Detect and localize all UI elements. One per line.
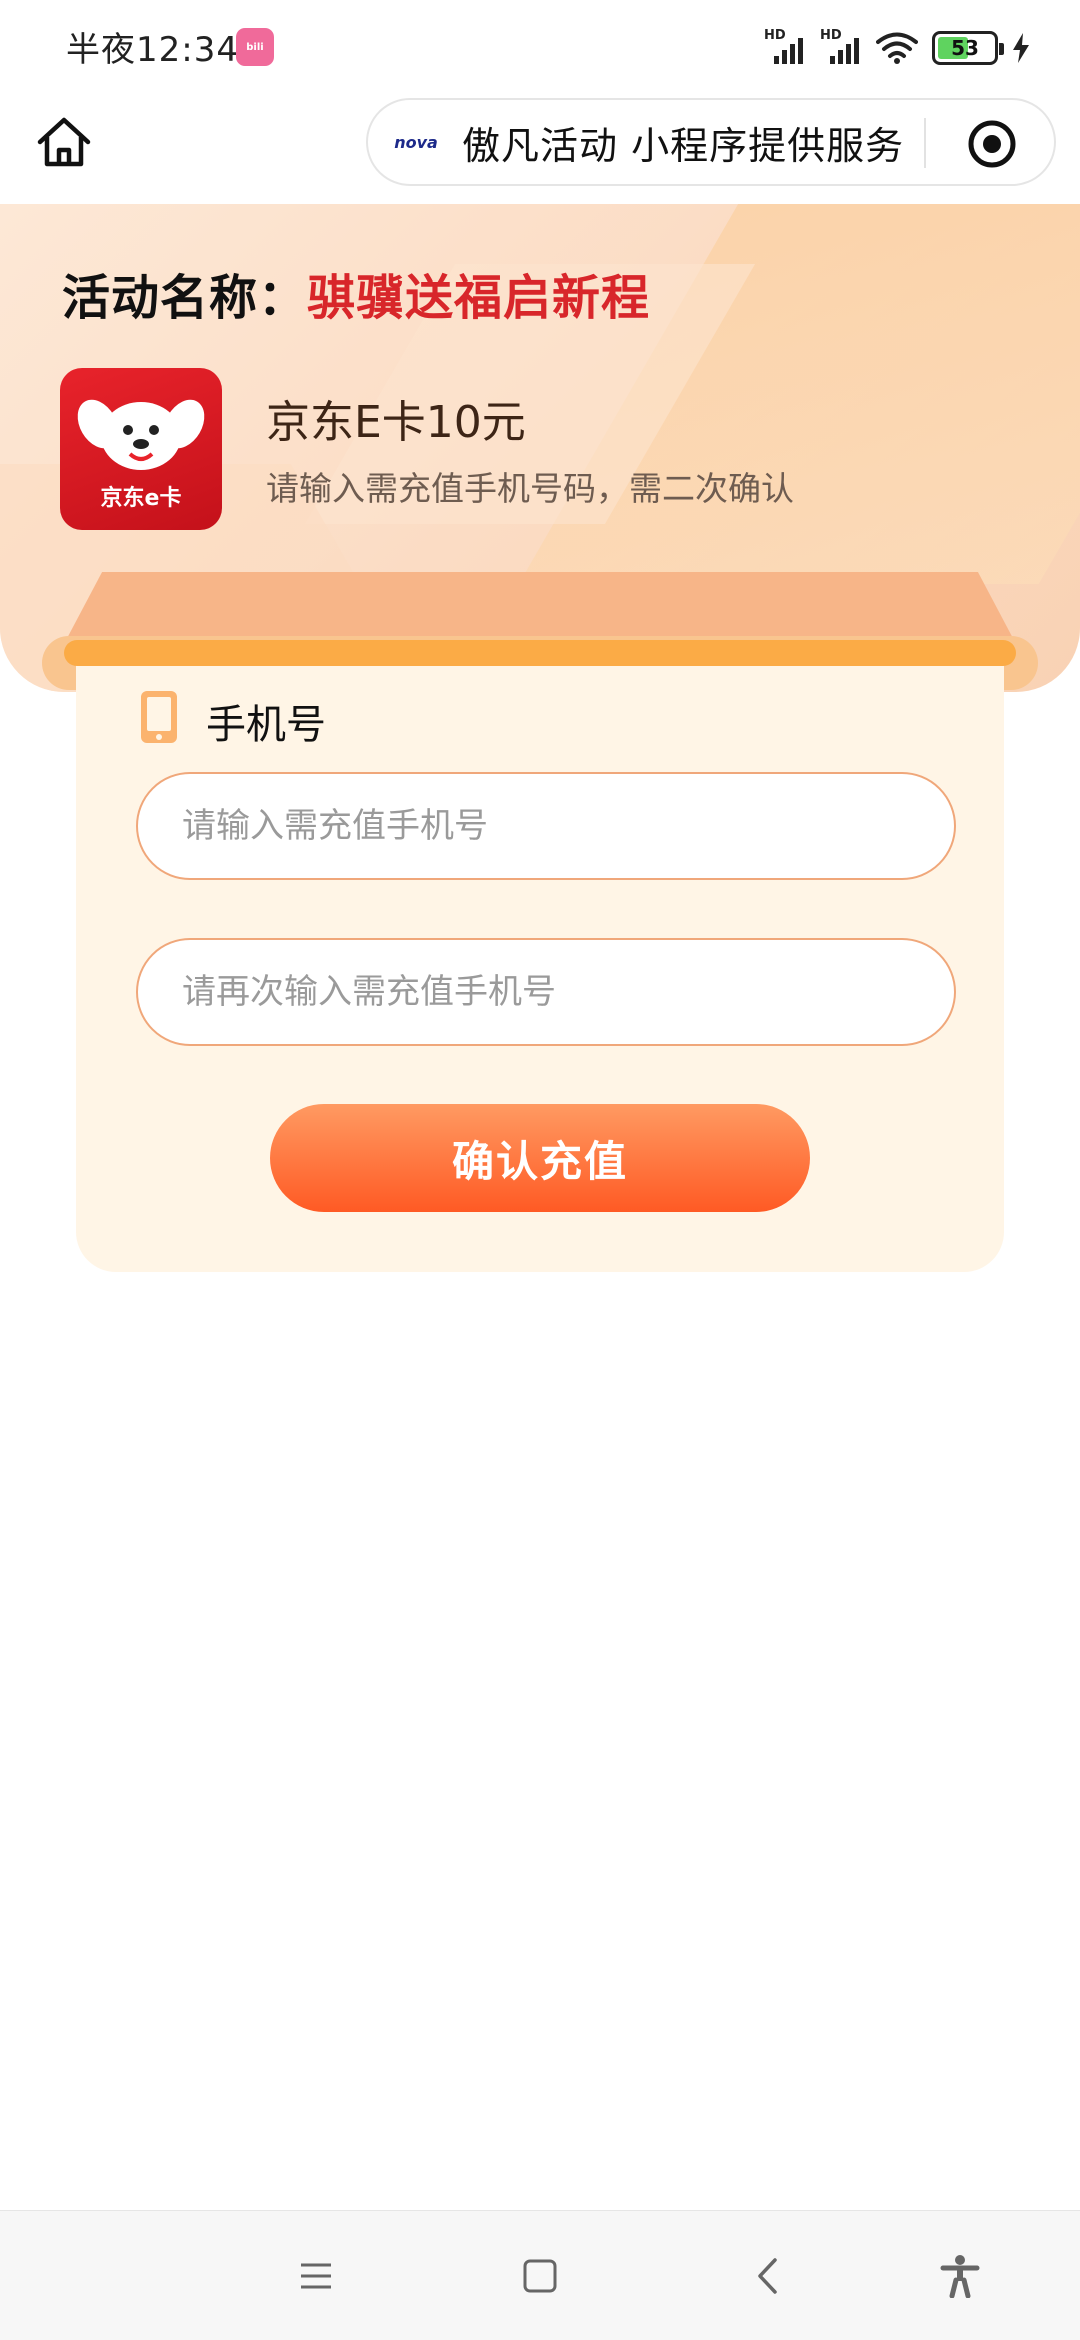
signal-hd-label: HD [820, 28, 842, 43]
nav-bar: nova 傲凡活动 小程序提供服务 [0, 92, 1080, 204]
system-back-button[interactable] [738, 2246, 798, 2306]
nova-logo: nova [394, 132, 438, 152]
system-accessibility-button[interactable] [930, 2246, 990, 2306]
phone-input[interactable] [136, 772, 956, 880]
jd-ecard-logo: 京东e卡 [60, 368, 222, 530]
phone-label: 手机号 [206, 702, 326, 748]
bilibili-notification-icon: bili [236, 28, 274, 66]
square-icon [523, 2259, 557, 2293]
capsule-divider [924, 118, 926, 168]
home-icon [37, 117, 91, 167]
confirm-recharge-button[interactable]: 确认充值 [270, 1104, 810, 1212]
card-top-decoration [64, 572, 1016, 644]
jd-dog-icon [77, 399, 205, 470]
accessibility-icon [940, 2255, 980, 2298]
system-home-button[interactable] [510, 2246, 570, 2306]
status-time: 半夜12:34 [66, 30, 239, 70]
wifi-icon [876, 32, 918, 64]
jd-ecard-logo-text: 京东e卡 [100, 486, 182, 511]
status-indicators: HD HD 53 [764, 26, 1030, 70]
battery-level: 53 [951, 36, 979, 60]
capsule-title: 傲凡活动 小程序提供服务 [462, 123, 905, 168]
battery-icon: 53 [932, 31, 1004, 65]
activity-label: 活动名称： [62, 270, 308, 326]
activity-name: 骐骥送福启新程 [307, 270, 651, 326]
system-navigation-bar [0, 2210, 1080, 2340]
card-rail-highlight [64, 640, 1016, 666]
mini-program-capsule[interactable]: nova 傲凡活动 小程序提供服务 [366, 98, 1056, 186]
phone-icon [141, 691, 177, 743]
status-bar: 半夜12:34 bili HD HD 53 [0, 0, 1080, 92]
phone-confirm-input[interactable] [136, 938, 956, 1046]
home-button[interactable] [34, 112, 94, 172]
charging-icon [1013, 33, 1029, 63]
signal-hd-label: HD [764, 28, 786, 43]
menu-icon [301, 2263, 331, 2289]
signal-strength-icon: HD [764, 28, 806, 66]
product-name: 京东E卡10元 [266, 397, 526, 448]
system-menu-button[interactable] [286, 2246, 346, 2306]
activity-title: 活动名称：骐骥送福启新程 [62, 258, 650, 328]
signal-strength-icon: HD [820, 28, 862, 66]
product-description: 请输入需充值手机号码，需二次确认 [266, 469, 794, 508]
target-icon[interactable] [966, 118, 1018, 170]
back-icon [758, 2258, 777, 2294]
